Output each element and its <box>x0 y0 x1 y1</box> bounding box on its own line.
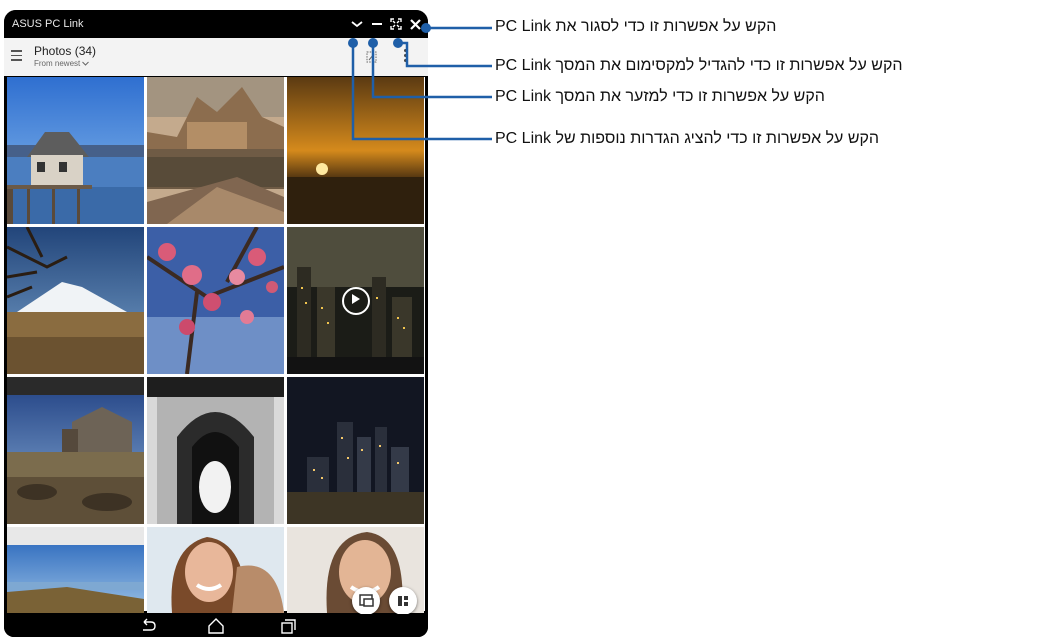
maximize-callout: הקש על אפשרות זו כדי להגדיל למקסימום את … <box>495 57 903 74</box>
more-callout: הקש על אפשרות זו כדי להציג הגדרות נוספות… <box>495 130 880 147</box>
maximize-callout-line <box>405 58 492 68</box>
minimize-callout-line <box>371 43 492 99</box>
close-callout: הקש על אפשרות זו כדי לסגור את PC Link <box>495 18 777 35</box>
minimize-callout-dot <box>368 38 378 48</box>
close-callout-dot <box>421 23 431 33</box>
minimize-callout: הקש על אפשרות זו כדי למזער את המסך PC Li… <box>495 88 825 105</box>
more-callout-dot <box>348 38 358 48</box>
